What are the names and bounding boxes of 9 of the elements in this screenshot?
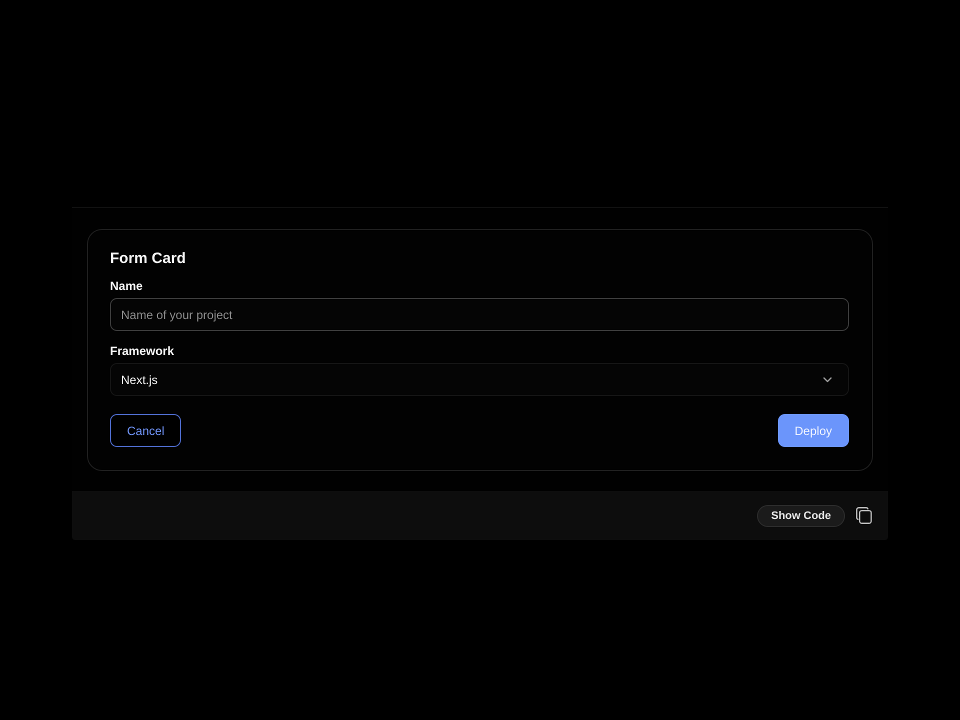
copy-icon[interactable] xyxy=(856,507,872,524)
text-input-field[interactable]: Name of your project xyxy=(110,298,849,331)
select-field[interactable]: Next.js xyxy=(110,363,849,396)
chevron-down-icon xyxy=(823,376,832,382)
show-code-button[interactable]: Show Code xyxy=(757,504,845,526)
card-title: Form Card xyxy=(110,250,186,268)
field-label: Name xyxy=(110,278,143,294)
field-label: Framework xyxy=(110,343,174,359)
cancel-button[interactable]: Cancel xyxy=(110,414,182,447)
